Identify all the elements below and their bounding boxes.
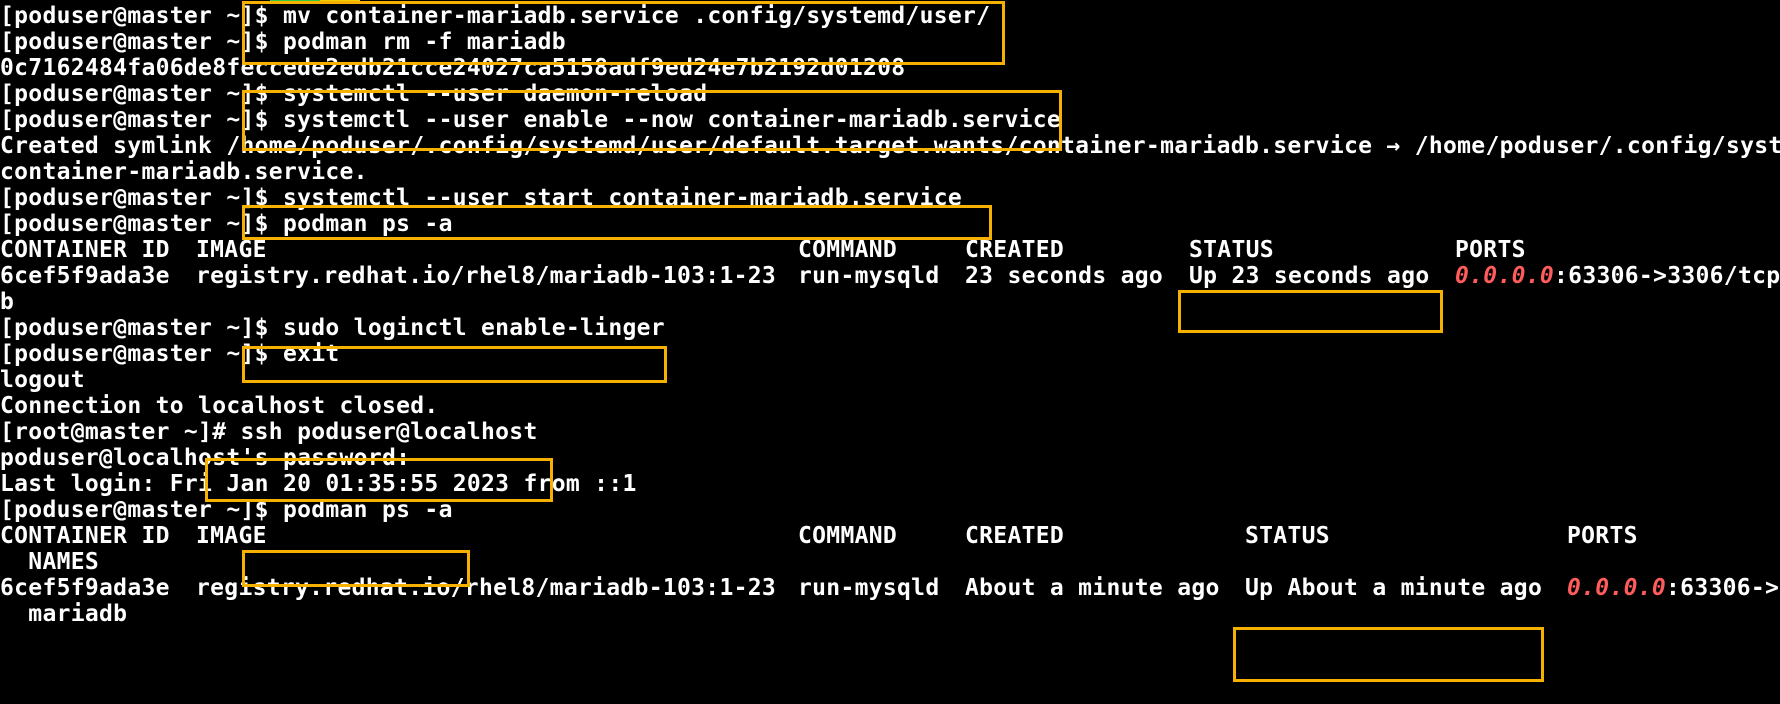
cell-image: registry.redhat.io/rhel8/mariadb-103:1-2… <box>196 263 777 289</box>
terminal-line: [poduser@master ~]$ systemctl --user dae… <box>0 80 707 109</box>
column-header-created: CREATED <box>965 523 1065 549</box>
command-output: Last login: Fri Jan 20 01:35:55 2023 fro… <box>0 471 637 497</box>
shell-command: $ podman ps -a <box>254 211 453 237</box>
command-output: b <box>0 289 15 315</box>
column-header-container-id: CONTAINER ID <box>0 523 170 549</box>
shell-prompt: [poduser@master ~] <box>0 497 255 523</box>
terminal-line: [poduser@master ~]$ podman ps -a <box>0 496 453 525</box>
terminal-line: [poduser@master ~]$ systemctl --user ena… <box>0 106 1061 135</box>
shell-command: $ sudo loginctl enable-linger <box>254 315 665 341</box>
port-mapping: :63306->3306/tcp <box>1554 263 1780 289</box>
column-header-command: COMMAND <box>798 523 898 549</box>
column-header-names: NAMES <box>0 549 100 575</box>
shell-command: $ mv container-mariadb.service .config/s… <box>254 3 991 29</box>
command-output: Connection to localhost closed. <box>0 393 439 419</box>
highlight-box <box>1178 290 1443 333</box>
highlight-box <box>1233 627 1544 682</box>
table-header: CONTAINER ID IMAGE COMMAND CREATED STATU… <box>0 522 1780 551</box>
column-header-created: CREATED <box>965 237 1065 263</box>
column-header-command: COMMAND <box>798 237 898 263</box>
cell-image: registry.redhat.io/rhel8/mariadb-103:1-2… <box>196 575 777 601</box>
port-ip-address: 0.0.0.0 <box>1455 263 1555 289</box>
terminal-line: [root@master ~]# ssh poduser@localhost <box>0 418 538 447</box>
column-header-status: STATUS <box>1189 237 1274 263</box>
shell-prompt: [poduser@master ~] <box>0 185 255 211</box>
command-output: container-mariadb.service. <box>0 159 368 185</box>
cell-status: Up About a minute ago <box>1245 575 1543 601</box>
shell-command: $ podman rm -f mariadb <box>254 29 566 55</box>
shell-command: $ systemctl --user enable --now containe… <box>254 107 1062 133</box>
cell-names: mariadb <box>0 601 128 627</box>
cell-ports: 0.0.0.0:63306-> <box>1567 574 1779 603</box>
terminal-line: [poduser@master ~]$ exit <box>0 340 340 369</box>
column-header-container-id: CONTAINER ID <box>0 237 170 263</box>
table-row: 6cef5f9ada3e registry.redhat.io/rhel8/ma… <box>0 262 1780 291</box>
cell-command: run-mysqld <box>798 575 940 601</box>
command-output: poduser@localhost's password: <box>0 445 411 471</box>
cell-container-id: 6cef5f9ada3e <box>0 575 170 601</box>
command-output: logout <box>0 367 85 393</box>
table-row: 6cef5f9ada3e registry.redhat.io/rhel8/ma… <box>0 574 1780 603</box>
cell-ports: 0.0.0.0:63306->3306/tcp <box>1455 262 1780 291</box>
terminal-line: [poduser@master ~]$ mv container-mariadb… <box>0 2 990 31</box>
terminal-window[interactable]: [poduser@master ~]$ mv container-mariadb… <box>0 0 1780 704</box>
shell-command: # ssh poduser@localhost <box>212 419 538 445</box>
shell-prompt: [poduser@master ~] <box>0 341 255 367</box>
column-header-image: IMAGE <box>196 237 267 263</box>
column-header-status: STATUS <box>1245 523 1330 549</box>
shell-prompt: [poduser@master ~] <box>0 3 255 29</box>
terminal-line: [poduser@master ~]$ sudo loginctl enable… <box>0 314 665 343</box>
terminal-line: [poduser@master ~]$ podman ps -a <box>0 210 453 239</box>
shell-command: $ exit <box>254 341 340 367</box>
shell-prompt: [poduser@master ~] <box>0 315 255 341</box>
port-ip-address: 0.0.0.0 <box>1567 575 1667 601</box>
column-header-image: IMAGE <box>196 523 267 549</box>
cell-created: 23 seconds ago <box>965 263 1164 289</box>
shell-prompt: [poduser@master ~] <box>0 107 255 133</box>
shell-prompt: [poduser@master ~] <box>0 211 255 237</box>
command-output: Created symlink /home/poduser/.config/sy… <box>0 133 1780 159</box>
shell-prompt: [root@master ~] <box>0 419 213 445</box>
port-mapping: :63306-> <box>1666 575 1780 601</box>
command-output: 0c7162484fa06de8feccede2edb21cce24027ca5… <box>0 55 906 81</box>
column-header-ports: PORTS <box>1455 237 1526 263</box>
terminal-line: [poduser@master ~]$ podman rm -f mariadb <box>0 28 566 57</box>
cell-container-id: 6cef5f9ada3e <box>0 263 170 289</box>
shell-command: $ podman ps -a <box>254 497 453 523</box>
cell-command: run-mysqld <box>798 263 940 289</box>
cell-created: About a minute ago <box>965 575 1220 601</box>
table-header: CONTAINER ID IMAGE COMMAND CREATED STATU… <box>0 236 1780 265</box>
shell-command: $ systemctl --user daemon-reload <box>254 81 708 107</box>
cell-status: Up 23 seconds ago <box>1189 263 1430 289</box>
shell-prompt: [poduser@master ~] <box>0 81 255 107</box>
shell-prompt: [poduser@master ~] <box>0 29 255 55</box>
terminal-line: [poduser@master ~]$ systemctl --user sta… <box>0 184 962 213</box>
shell-command: $ systemctl --user start container-maria… <box>254 185 963 211</box>
column-header-ports: PORTS <box>1567 523 1638 549</box>
